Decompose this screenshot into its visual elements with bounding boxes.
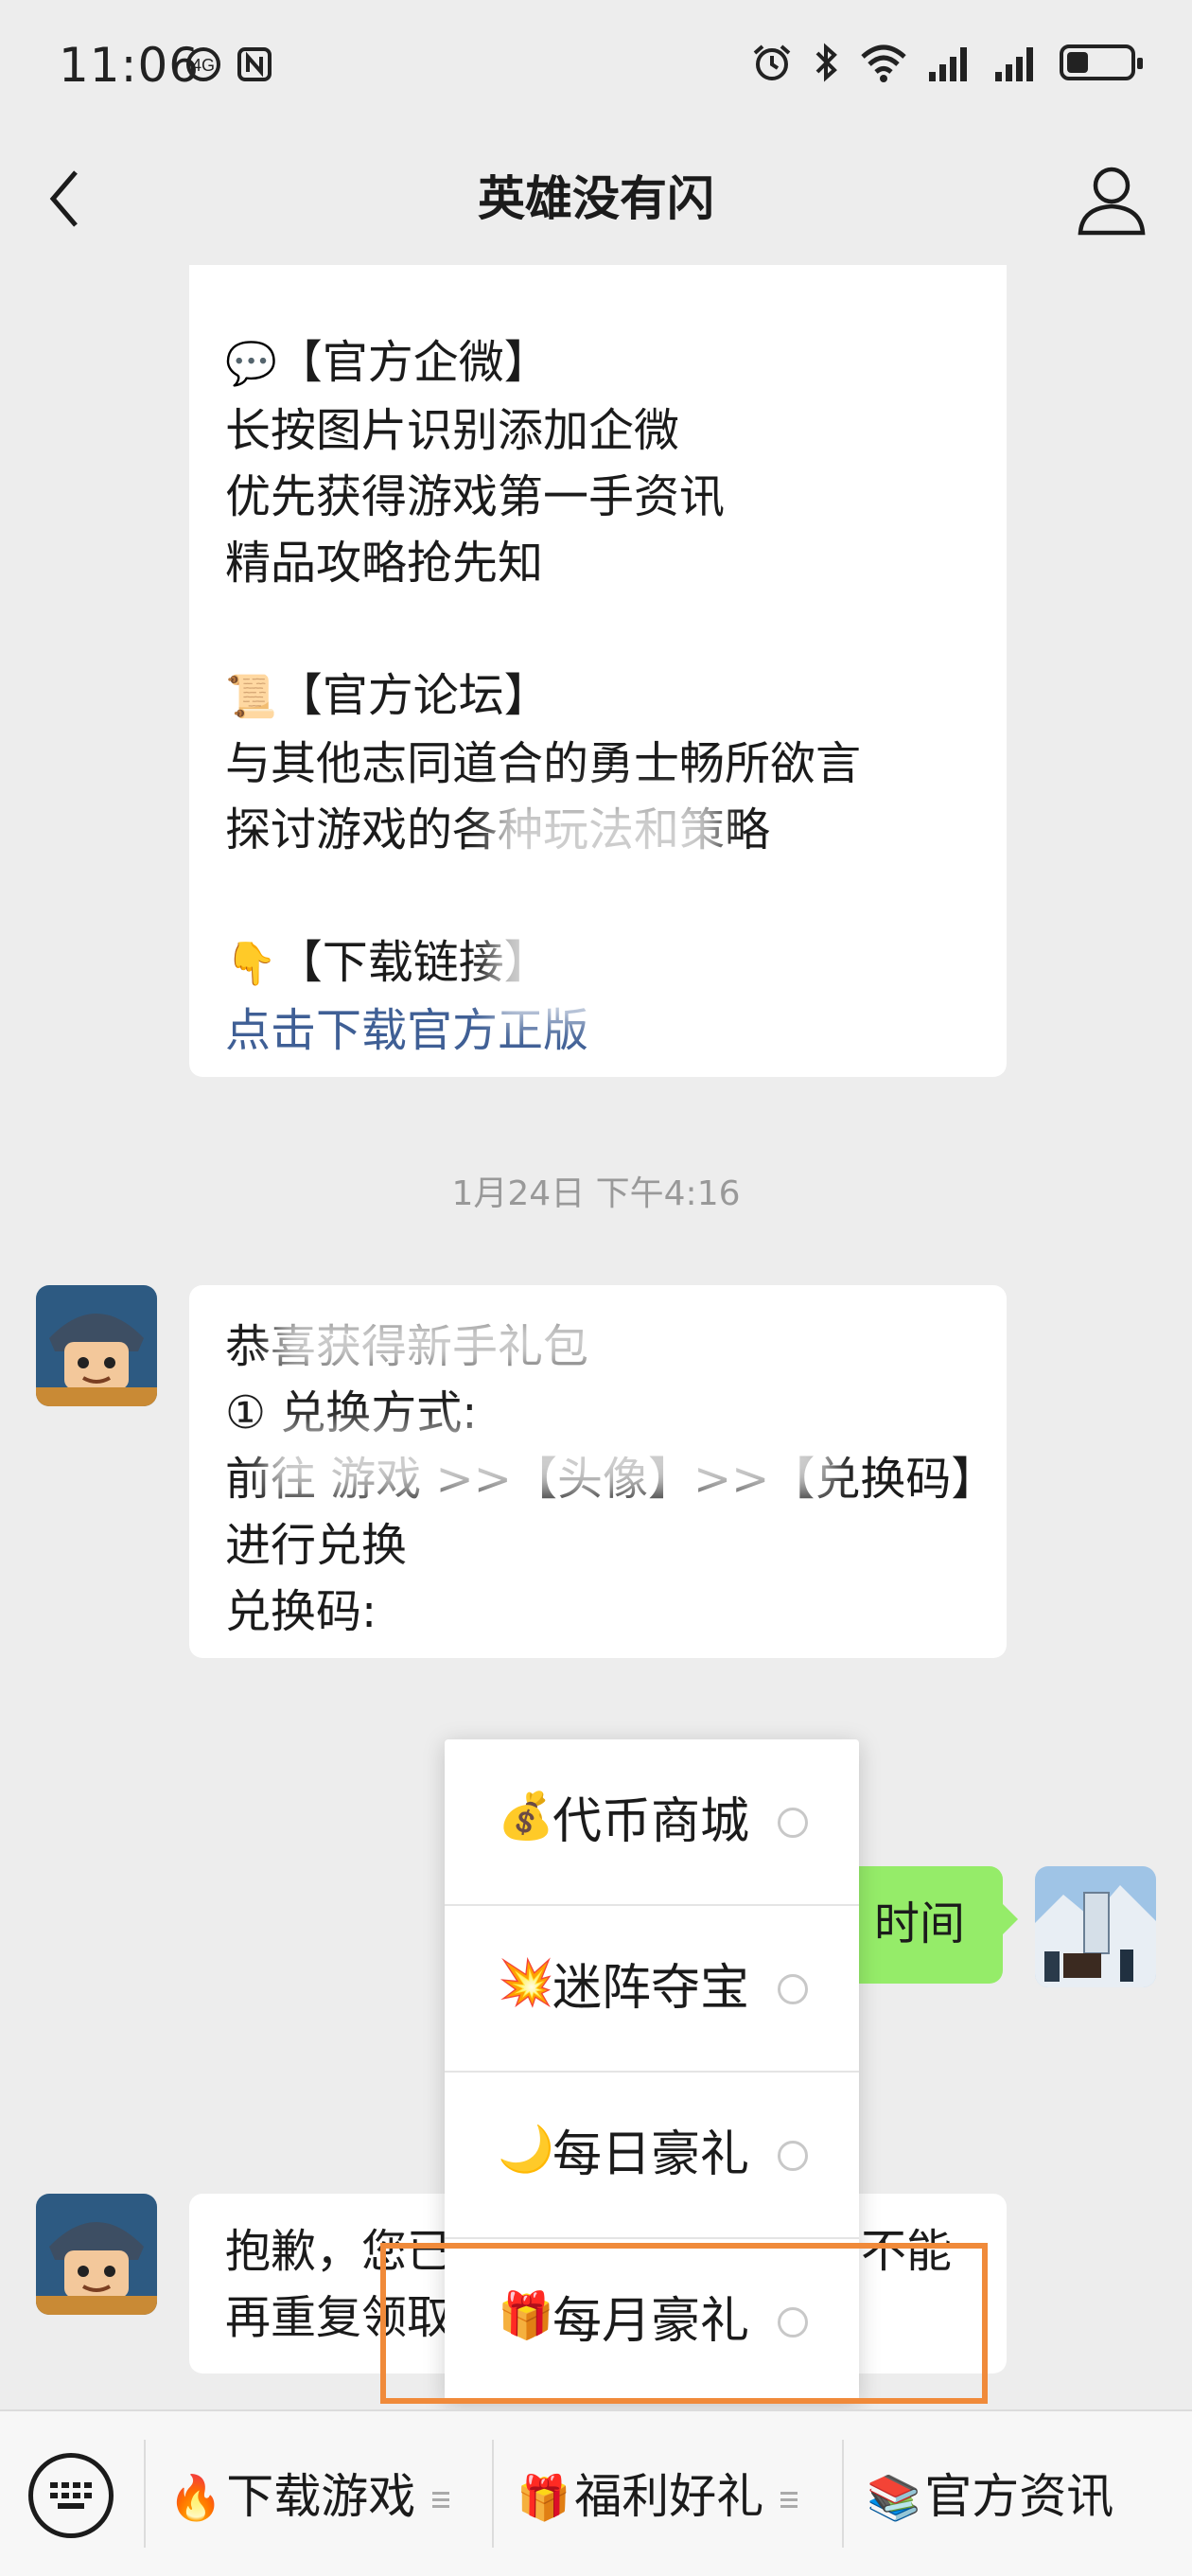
list-icon xyxy=(780,2488,798,2512)
explosion-icon: 💥 xyxy=(498,1956,554,2009)
highlight-box xyxy=(380,2243,988,2404)
avatar[interactable] xyxy=(36,2194,157,2315)
person-icon[interactable] xyxy=(1069,157,1154,242)
menu-official-news[interactable]: 📚官方资讯 xyxy=(867,2459,1113,2534)
section-heading: 【官方企微】 xyxy=(276,336,550,389)
hd-call-icon: 4G xyxy=(186,47,220,81)
message-line: 精品攻略抢先知 xyxy=(225,537,544,590)
books-icon: 📚 xyxy=(867,2472,921,2523)
redaction-smudge xyxy=(492,795,719,1022)
menu-item-label: 代币商城 xyxy=(552,1793,750,1850)
menu-item-token-mall[interactable]: 💰 代币商城 xyxy=(445,1739,859,1906)
gift-icon: 🎁 xyxy=(517,2472,571,2523)
bluetooth-icon xyxy=(815,43,837,82)
pointing-down-icon: 👇 xyxy=(225,940,277,988)
message-bubble-info: 💬【官方企微】 长按图片识别添加企微 优先获得游戏第一手资讯 精品攻略抢先知 📜… xyxy=(189,265,1007,1077)
mini-program-icon xyxy=(778,2141,808,2171)
message-line: 时间 xyxy=(873,1897,965,1950)
redaction-smudge xyxy=(274,1314,747,1370)
scroll-icon: 📜 xyxy=(225,673,277,721)
keyboard-icon[interactable] xyxy=(28,2453,114,2538)
mini-program-icon xyxy=(778,1808,808,1838)
message-line: 长按图片识别添加企微 xyxy=(225,404,680,457)
game-avatar-icon xyxy=(36,2194,157,2315)
signal-icon xyxy=(929,47,967,81)
wifi-icon xyxy=(861,44,906,82)
message-line: 优先获得游戏第一手资讯 xyxy=(225,470,726,523)
signal-icon xyxy=(995,47,1033,81)
svg-text:4G: 4G xyxy=(192,56,215,75)
avatar[interactable] xyxy=(1035,1866,1156,1987)
redaction-smudge xyxy=(265,1427,833,1493)
game-avatar-icon xyxy=(36,1285,157,1406)
menu-label: 下载游戏 xyxy=(226,2469,416,2524)
nav-bar: 英雄没有闪 xyxy=(0,132,1192,265)
crescent-moon-icon: 🌙 xyxy=(498,2123,554,2176)
menu-welfare-gift[interactable]: 🎁福利好礼 xyxy=(517,2459,798,2534)
fire-icon: 🔥 xyxy=(168,2472,223,2523)
alarm-icon xyxy=(753,44,791,80)
speech-bubble-icon: 💬 xyxy=(225,340,277,388)
bottom-menu-bar: 🔥下载游戏 🎁福利好礼 📚官方资讯 xyxy=(0,2409,1192,2576)
list-icon xyxy=(432,2488,450,2512)
menu-item-label: 每日豪礼 xyxy=(552,2126,750,2183)
page-title: 英雄没有闪 xyxy=(478,171,714,226)
status-bar: 11:06 4G xyxy=(0,0,1192,132)
menu-item-label: 迷阵夺宝 xyxy=(552,1960,750,2017)
mini-program-icon xyxy=(778,1974,808,2004)
avatar[interactable] xyxy=(36,1285,157,1406)
redaction-smudge xyxy=(416,1560,700,1626)
section-heading: 【官方论坛】 xyxy=(276,669,550,722)
menu-item-daily-gift[interactable]: 🌙 每日豪礼 xyxy=(445,2073,859,2239)
clock: 11:06 xyxy=(59,38,201,93)
menu-label: 福利好礼 xyxy=(574,2469,764,2524)
message-bubble-gift: 恭喜获得新手礼包 ① 兑换方式: 前往 游戏 >>【头像】>>【兑换码】 进行兑… xyxy=(189,1285,1007,1658)
message-timestamp: 1月24日 下午4:16 xyxy=(451,1174,741,1213)
money-bag-icon: 💰 xyxy=(498,1790,554,1843)
message-line: 与其他志同道合的勇士畅所欲言 xyxy=(225,737,862,790)
menu-item-maze-treasure[interactable]: 💥 迷阵夺宝 xyxy=(445,1906,859,2073)
user-avatar-icon xyxy=(1035,1866,1156,1987)
menu-download-game[interactable]: 🔥下载游戏 xyxy=(168,2459,450,2534)
menu-label: 官方资讯 xyxy=(924,2469,1114,2524)
nfc-icon xyxy=(237,47,272,81)
battery-icon xyxy=(1060,44,1143,80)
